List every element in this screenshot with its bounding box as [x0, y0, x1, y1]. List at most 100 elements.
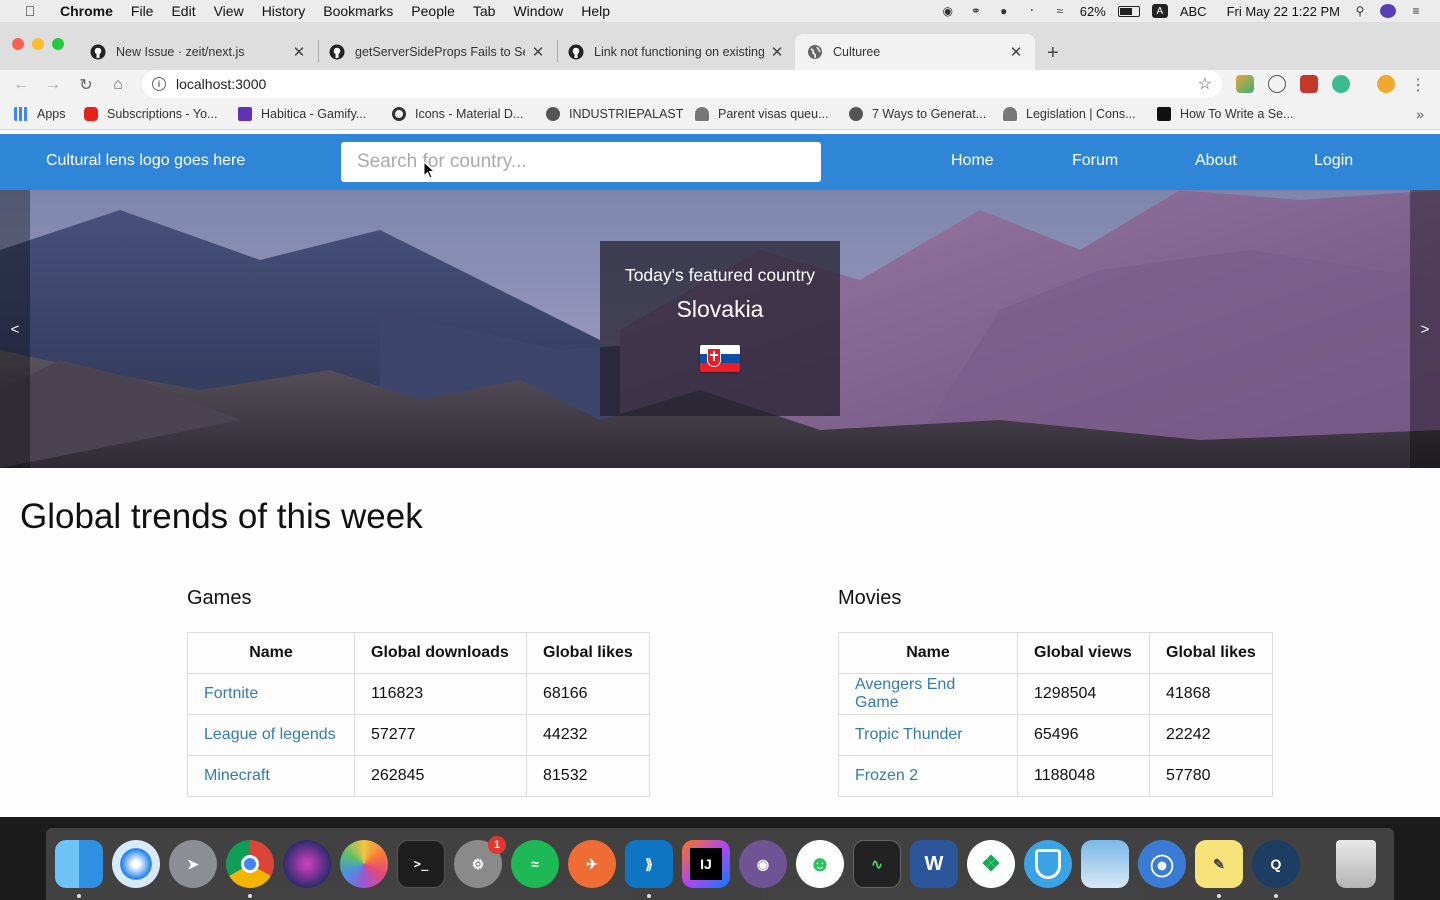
browser-tab[interactable]: New Issue · zeit/next.js ✕: [78, 34, 318, 70]
terminal-icon[interactable]: >_: [397, 840, 445, 888]
battery-percent[interactable]: 62%: [1080, 4, 1106, 19]
profile-avatar[interactable]: [1377, 75, 1395, 93]
menu-tab[interactable]: Tab: [473, 3, 496, 19]
bookmark-star-icon[interactable]: ☆: [1198, 74, 1212, 94]
nav-home-link[interactable]: Home: [951, 152, 994, 170]
featured-country-card[interactable]: Today's featured country Slovakia: [600, 241, 840, 416]
bookmark-item[interactable]: Parent visas queu...: [695, 107, 828, 121]
close-tab-icon[interactable]: ✕: [531, 43, 545, 61]
home-icon[interactable]: ⌂: [107, 74, 129, 96]
evernote-icon[interactable]: ☻: [796, 840, 844, 888]
nav-about-link[interactable]: About: [1195, 152, 1237, 170]
bookmark-item[interactable]: 7 Ways to Generat...: [849, 107, 986, 121]
preview-icon[interactable]: [1081, 840, 1129, 888]
new-tab-icon[interactable]: +: [1047, 42, 1059, 65]
carousel-next-button[interactable]: >: [1410, 190, 1440, 468]
movie-link[interactable]: Tropic Thunder: [855, 726, 963, 743]
menu-history[interactable]: History: [262, 3, 306, 19]
browser-tab[interactable]: Link not functioning on existing ✕: [556, 34, 796, 70]
intellij-icon[interactable]: IJ: [682, 840, 730, 888]
menu-bookmarks[interactable]: Bookmarks: [323, 3, 393, 19]
game-link[interactable]: Fortnite: [204, 685, 258, 702]
menu-help[interactable]: Help: [581, 3, 610, 19]
sourcetree-app-icon[interactable]: ⦿: [1138, 840, 1186, 888]
movie-link[interactable]: Frozen 2: [855, 767, 918, 784]
bookmark-item[interactable]: INDUSTRIEPALAST: [546, 107, 683, 121]
browser-tab[interactable]: getServerSideProps Fails to Se ✕: [317, 34, 557, 70]
siri-icon[interactable]: [283, 840, 331, 888]
github-status-icon[interactable]: ●: [996, 4, 1012, 18]
system-preferences-icon[interactable]: ⚙ 1: [454, 836, 506, 888]
bookmark-item[interactable]: Icons - Material D...: [392, 107, 523, 121]
menu-app-name[interactable]: Chrome: [60, 3, 113, 19]
site-logo[interactable]: Cultural lens logo goes here: [46, 152, 245, 170]
site-info-icon[interactable]: i: [152, 77, 166, 91]
shield-app-icon[interactable]: [1024, 840, 1072, 888]
back-icon[interactable]: ←: [10, 74, 32, 96]
site-navbar: Cultural lens logo goes here Home Forum …: [0, 134, 1440, 190]
minimize-window-button[interactable]: [32, 38, 44, 50]
movie-link[interactable]: Avengers End Game: [855, 676, 955, 711]
battery-icon[interactable]: [1117, 5, 1140, 17]
bookmark-item[interactable]: Subscriptions - Yo...: [84, 107, 217, 121]
menu-window[interactable]: Window: [513, 3, 563, 19]
activity-monitor-icon[interactable]: ∿: [853, 840, 901, 888]
forward-icon[interactable]: →: [42, 74, 64, 96]
sync-icon[interactable]: ⚭: [968, 4, 984, 18]
finder-icon[interactable]: [55, 840, 103, 888]
vscode-icon[interactable]: ⟫: [625, 840, 673, 888]
trash-icon[interactable]: [1336, 840, 1376, 888]
globe-icon: [807, 44, 823, 60]
photos-icon[interactable]: [340, 840, 388, 888]
zoom-window-button[interactable]: [52, 38, 64, 50]
bookmark-item[interactable]: How To Write a Se...: [1157, 107, 1293, 121]
close-tab-icon[interactable]: ✕: [1009, 43, 1023, 61]
spotlight-search-icon[interactable]: ⚲: [1352, 4, 1368, 18]
bookmark-apps[interactable]: Apps: [14, 107, 66, 121]
notification-center-icon[interactable]: ≡: [1408, 4, 1424, 18]
input-source-label[interactable]: ABC: [1180, 4, 1207, 19]
input-source-icon[interactable]: A: [1151, 4, 1168, 18]
close-tab-icon[interactable]: ✕: [292, 43, 306, 61]
apple-menu-icon[interactable]: : [20, 3, 40, 19]
close-window-button[interactable]: [12, 38, 24, 50]
bookmarks-overflow-icon[interactable]: »: [1416, 106, 1424, 122]
launchpad-icon[interactable]: ➤: [169, 840, 217, 888]
quicktime-icon[interactable]: Q: [1252, 840, 1300, 888]
record-icon[interactable]: ◉: [940, 4, 956, 18]
game-link[interactable]: League of legends: [204, 726, 336, 743]
stickies-icon[interactable]: ✎: [1195, 840, 1243, 888]
wifi-icon[interactable]: ≈: [1052, 4, 1068, 18]
menu-file[interactable]: File: [131, 3, 154, 19]
browser-tab-active[interactable]: Culturee ✕: [795, 34, 1035, 70]
mongodb-icon[interactable]: ❖: [967, 840, 1015, 888]
safari-icon[interactable]: [112, 840, 160, 888]
bookmark-item[interactable]: Habitica - Gamify...: [238, 107, 366, 121]
extension-icon[interactable]: [1236, 75, 1254, 93]
country-search-input[interactable]: [341, 142, 821, 182]
chrome-icon[interactable]: [226, 840, 274, 888]
reload-icon[interactable]: ↻: [75, 74, 97, 96]
close-tab-icon[interactable]: ✕: [770, 43, 784, 61]
nav-login-link[interactable]: Login: [1314, 152, 1353, 170]
game-link[interactable]: Minecraft: [204, 767, 270, 784]
clock[interactable]: Fri May 22 1:22 PM: [1227, 4, 1340, 19]
github-desktop-icon[interactable]: ◉: [739, 840, 787, 888]
nav-forum-link[interactable]: Forum: [1072, 152, 1118, 170]
extension-icon[interactable]: [1332, 75, 1350, 93]
chrome-menu-icon[interactable]: ⋮: [1407, 74, 1429, 96]
postman-icon[interactable]: ✈: [568, 840, 616, 888]
menu-view[interactable]: View: [214, 3, 244, 19]
address-bar[interactable]: i localhost:3000 ☆: [142, 70, 1222, 98]
address-url[interactable]: localhost:3000: [176, 76, 266, 92]
spotify-icon[interactable]: ≈: [511, 840, 559, 888]
menu-edit[interactable]: Edit: [171, 3, 195, 19]
word-icon[interactable]: W: [910, 840, 958, 888]
bluetooth-icon[interactable]: ᛫: [1024, 4, 1040, 18]
bookmark-item[interactable]: Legislation | Cons...: [1003, 107, 1136, 121]
extension-icon[interactable]: [1300, 75, 1318, 93]
siri-icon[interactable]: [1380, 4, 1396, 18]
menu-people[interactable]: People: [411, 3, 455, 19]
extension-icon[interactable]: [1268, 75, 1286, 93]
carousel-prev-button[interactable]: <: [0, 190, 30, 468]
